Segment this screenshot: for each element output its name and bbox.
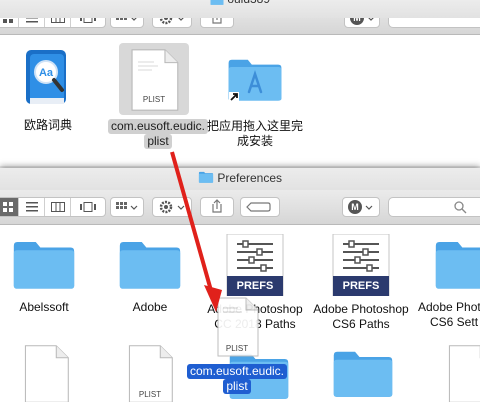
drag-arrow-annotation <box>170 151 222 312</box>
